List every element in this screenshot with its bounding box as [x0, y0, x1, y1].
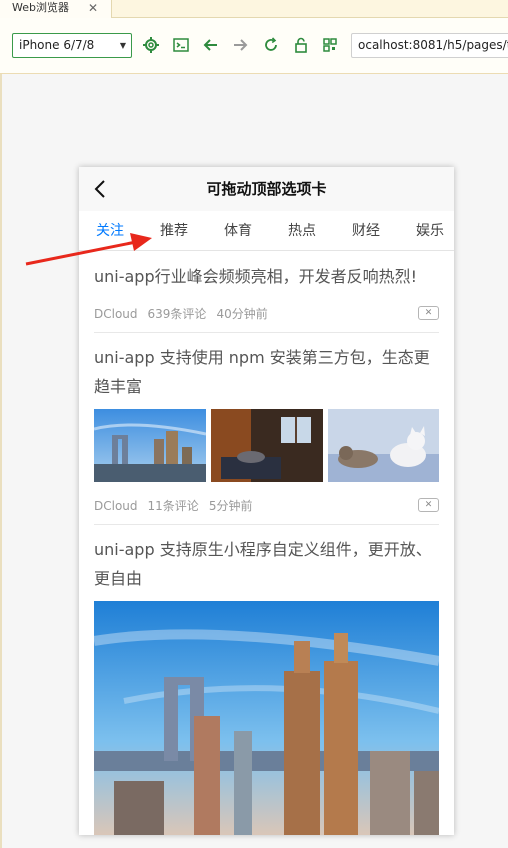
device-select-value: iPhone 6/7/8 [19, 38, 95, 52]
dismiss-button[interactable]: ✕ [418, 306, 439, 320]
news-meta: DCloud 639条评论 40分钟前 [94, 305, 278, 322]
news-thumbnail-city [94, 409, 206, 482]
gear-icon[interactable] [142, 36, 160, 54]
news-title: uni-app 支持原生小程序自定义组件，更开放、更自由 [94, 540, 432, 588]
news-time: 5分钟前 [208, 499, 253, 513]
tab-follow[interactable]: 关注 [96, 211, 124, 251]
lock-icon[interactable] [292, 36, 310, 54]
device-select[interactable]: iPhone 6/7/8 ▼ [12, 33, 132, 58]
news-thumbnail-kittens [328, 409, 439, 482]
tab-web-browser[interactable]: Web浏览器 ✕ [0, 0, 112, 18]
news-image-city [94, 601, 439, 835]
navigation-bar: 可拖动顶部选项卡 [79, 167, 454, 211]
phone-viewport: 可拖动顶部选项卡 关注 推荐 体育 热点 财经 娱乐 uni-app行业峰会频频… [79, 167, 454, 835]
tab-bar: 关注 推荐 体育 热点 财经 娱乐 [79, 211, 454, 251]
tab-hot[interactable]: 热点 [288, 211, 316, 251]
news-comments: 11条评论 [147, 499, 199, 513]
news-thumbnail-room [211, 409, 323, 482]
news-time: 40分钟前 [216, 307, 268, 321]
divider [94, 524, 439, 525]
news-title: uni-app 支持使用 npm 安装第三方包，生态更趋丰富 [94, 348, 430, 396]
chevron-down-icon: ▼ [119, 41, 126, 50]
refresh-icon[interactable] [262, 36, 280, 54]
news-comments: 639条评论 [147, 307, 207, 321]
url-text: ocalhost:8081/h5/pages/t [358, 38, 508, 52]
news-title: uni-app行业峰会频频亮相，开发者反响热烈! [94, 267, 418, 286]
grid-icon[interactable] [321, 36, 339, 54]
dismiss-button[interactable]: ✕ [418, 498, 439, 512]
terminal-icon[interactable] [172, 36, 190, 54]
sidebar-edge [0, 74, 2, 848]
news-meta: DCloud 11条评论 5分钟前 [94, 497, 262, 514]
close-icon[interactable]: ✕ [88, 0, 98, 16]
page-title: 可拖动顶部选项卡 [206, 180, 327, 198]
browser-toolbar: iPhone 6/7/8 ▼ ocalhost:8081/h5/pages/t [0, 18, 508, 74]
ide-tab-bar: Web浏览器 ✕ [0, 0, 508, 18]
tab-sports[interactable]: 体育 [224, 211, 252, 251]
url-field[interactable]: ocalhost:8081/h5/pages/t [351, 33, 508, 58]
tab-finance[interactable]: 财经 [352, 211, 380, 251]
tab-entertainment[interactable]: 娱乐 [416, 211, 444, 251]
news-source: DCloud [94, 499, 138, 513]
tab-label: Web浏览器 [12, 1, 69, 14]
divider [94, 332, 439, 333]
back-arrow-icon[interactable] [202, 36, 220, 54]
forward-arrow-icon[interactable] [231, 36, 249, 54]
news-source: DCloud [94, 307, 138, 321]
tab-recommend[interactable]: 推荐 [160, 211, 188, 251]
